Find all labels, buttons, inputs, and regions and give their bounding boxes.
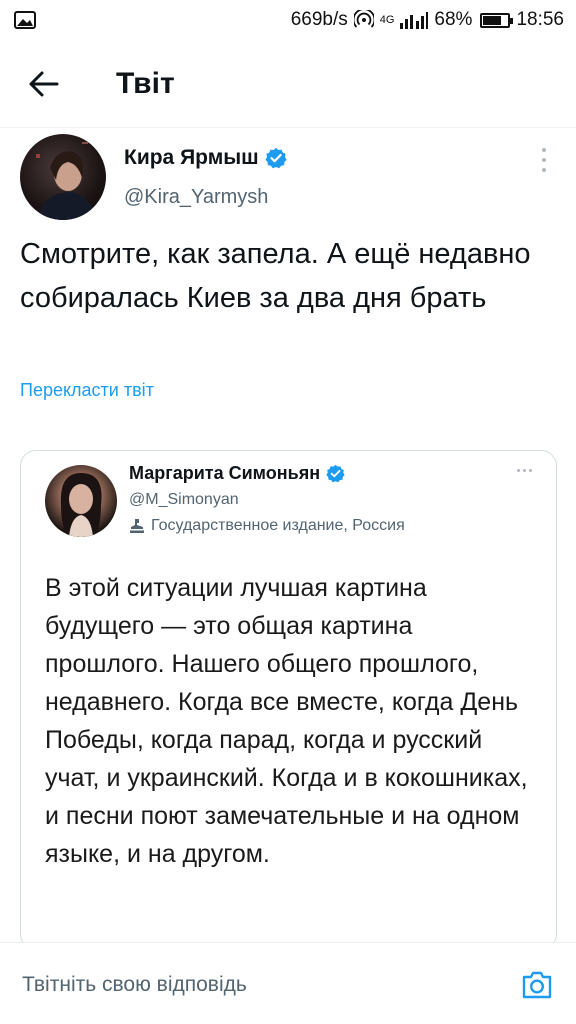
arrow-left-icon [29, 71, 59, 96]
state-media-icon [130, 519, 144, 533]
quoted-author-handle: @M_Simonyan [129, 491, 239, 508]
quoted-tweet-text: В этой ситуации лучшая картина будущего … [45, 574, 528, 868]
quoted-author-name[interactable]: Маргарита Симоньян [129, 463, 345, 484]
more-dot-icon [529, 469, 532, 472]
quoted-author-name-text: Маргарита Симоньян [129, 463, 321, 483]
avatar-photo [36, 142, 96, 220]
more-dot-icon [542, 158, 546, 162]
more-dot-icon [523, 469, 526, 472]
battery-percent: 68% [434, 9, 473, 30]
tweet: Кира Ярмыш @Kira_Yarmysh Смотрите, как з… [0, 128, 576, 950]
state-media-label-text: Государственное издание, Россия [151, 517, 405, 534]
battery-icon [480, 12, 514, 28]
signal-icon [400, 12, 429, 29]
more-dot-icon [542, 148, 546, 152]
more-options-button[interactable] [538, 148, 550, 172]
hotspot-icon [353, 10, 374, 28]
status-bar: 669b/s 4G 68% 18:56 [0, 0, 576, 40]
verified-badge-icon [265, 148, 287, 169]
quoted-more-options[interactable] [517, 469, 532, 472]
author-handle[interactable]: @Kira_Yarmysh [124, 186, 268, 209]
quoted-avatar[interactable] [45, 465, 117, 537]
back-button[interactable] [20, 60, 68, 108]
state-media-label[interactable]: Государственное издание, Россия [129, 517, 405, 535]
clock: 18:56 [516, 9, 564, 30]
translate-tweet-link[interactable]: Перекласти твіт [20, 380, 154, 401]
camera-icon[interactable] [520, 967, 554, 1001]
network-type: 4G [379, 14, 395, 26]
tweet-text: Смотрите, как запела. А ещё недавно соби… [20, 238, 531, 314]
tweet-author-row: Кира Ярмыш @Kira_Yarmysh [0, 128, 576, 228]
verified-badge-icon [326, 464, 345, 483]
author-name[interactable]: Кира Ярмыш [124, 146, 287, 170]
reply-bar: Твітніть свою відповідь [0, 942, 576, 1024]
more-dot-icon [517, 469, 520, 472]
quoted-tweet-card[interactable]: Маргарита Симоньян @M_Simonyan Государст… [20, 450, 557, 950]
avatar[interactable] [20, 134, 106, 220]
more-dot-icon [542, 168, 546, 172]
page-title: Твіт [116, 66, 175, 100]
battery-level [483, 15, 502, 25]
network-speed: 669b/s [290, 9, 348, 30]
top-app-bar: Твіт [0, 40, 576, 128]
author-name-text: Кира Ярмыш [124, 146, 259, 169]
reply-input[interactable]: Твітніть свою відповідь [22, 973, 247, 997]
quoted-avatar-photo [60, 473, 102, 537]
image-icon [14, 11, 36, 29]
